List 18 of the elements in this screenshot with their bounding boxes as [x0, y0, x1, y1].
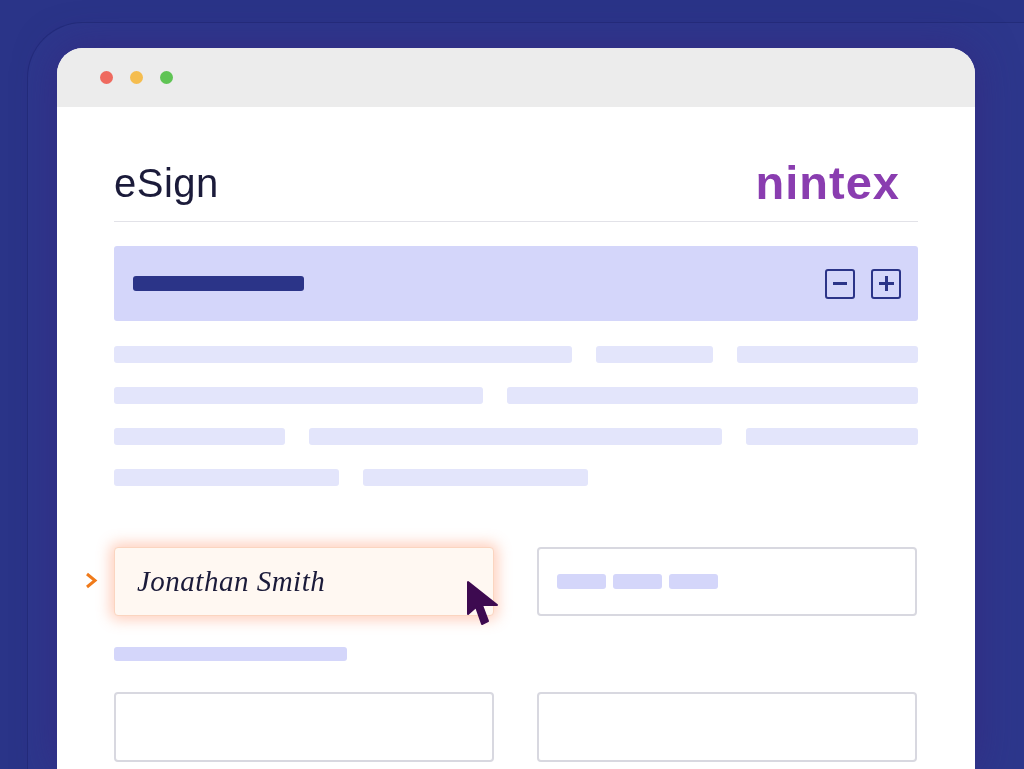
placeholder-chip — [613, 574, 662, 589]
placeholder-chip — [557, 574, 606, 589]
collapse-button[interactable] — [825, 268, 855, 299]
plus-icon — [878, 276, 894, 291]
cursor-icon — [466, 580, 499, 626]
input-field[interactable] — [537, 547, 917, 616]
placeholder-chip — [669, 574, 718, 589]
expand-button[interactable] — [871, 268, 901, 299]
signature-field[interactable]: Jonathan Smith — [114, 547, 494, 616]
chevron-right-icon — [85, 572, 98, 589]
brand-logo: nintex — [755, 159, 900, 207]
minus-icon — [833, 282, 847, 285]
window-control-icon[interactable] — [100, 71, 113, 84]
app-title: eSign — [114, 160, 219, 207]
input-field[interactable] — [537, 692, 917, 762]
window-control-icon[interactable] — [160, 71, 173, 84]
input-field[interactable] — [114, 692, 494, 762]
window-control-icon[interactable] — [130, 71, 143, 84]
